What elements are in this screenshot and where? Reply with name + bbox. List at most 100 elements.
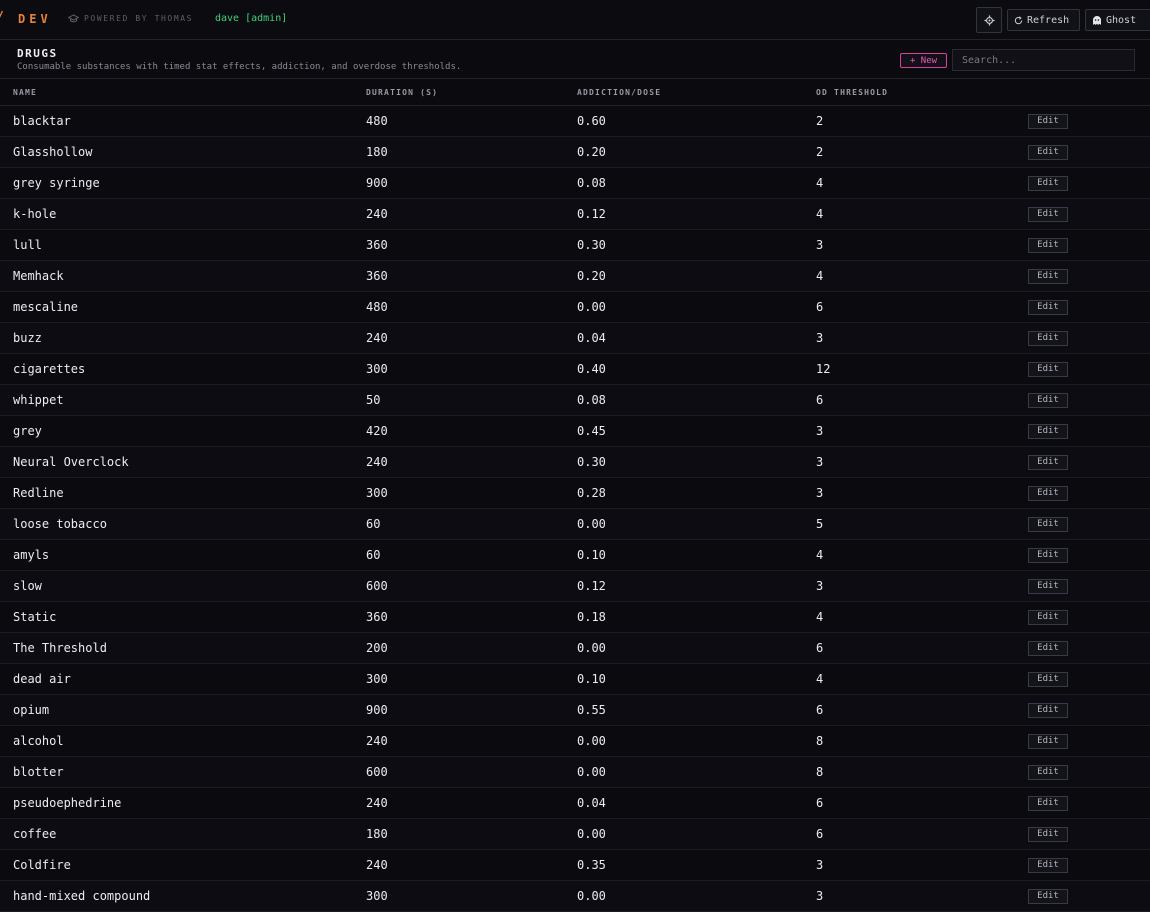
od-threshold-cell: 8 [816,725,1028,757]
table-row[interactable]: lull 360 0.30 3 Edit [0,229,1150,261]
duration-cell: 240 [366,725,577,757]
addiction-cell: 0.00 [577,756,816,788]
table-row[interactable]: loose tobacco 60 0.00 5 Edit [0,508,1150,540]
duration-cell: 900 [366,694,577,726]
table-row[interactable]: coffee 180 0.00 6 Edit [0,818,1150,850]
table-row[interactable]: dead air 300 0.10 4 Edit [0,663,1150,695]
edit-button[interactable]: Edit [1028,764,1068,780]
table-row[interactable]: amyls 60 0.10 4 Edit [0,539,1150,571]
table-row[interactable]: Memhack 360 0.20 4 Edit [0,260,1150,292]
actions-cell: Edit [1028,198,1150,230]
edit-button[interactable]: Edit [1028,578,1068,594]
table-row[interactable]: k-hole 240 0.12 4 Edit [0,198,1150,230]
addiction-cell: 0.00 [577,508,816,540]
table-row[interactable]: buzz 240 0.04 3 Edit [0,322,1150,354]
gear-icon [983,14,995,26]
ghost-button[interactable]: Ghost [1085,9,1150,31]
search-input[interactable] [952,49,1135,71]
column-header-duration[interactable]: DURATION (S) [366,80,577,106]
edit-button[interactable]: Edit [1028,113,1068,129]
edit-button[interactable]: Edit [1028,392,1068,408]
addiction-cell: 0.12 [577,198,816,230]
table-row[interactable]: The Threshold 200 0.00 6 Edit [0,632,1150,664]
table-row[interactable]: alcohol 240 0.00 8 Edit [0,725,1150,757]
edit-button[interactable]: Edit [1028,640,1068,656]
edit-button[interactable]: Edit [1028,795,1068,811]
drug-name-cell: The Threshold [0,632,366,664]
duration-cell: 300 [366,880,577,912]
refresh-icon [1014,15,1023,24]
panel-header: DRUGS Consumable substances with timed s… [0,41,1150,79]
duration-cell: 240 [366,787,577,819]
edit-button[interactable]: Edit [1028,485,1068,501]
edit-button[interactable]: Edit [1028,547,1068,563]
duration-cell: 240 [366,849,577,881]
drug-name-cell: cigarettes [0,353,366,385]
refresh-button[interactable]: Refresh [1007,9,1080,31]
od-threshold-cell: 6 [816,291,1028,323]
od-threshold-cell: 4 [816,260,1028,292]
drug-name-cell: pseudoephedrine [0,787,366,819]
edit-button[interactable]: Edit [1028,423,1068,439]
edit-button[interactable]: Edit [1028,330,1068,346]
edit-button[interactable]: Edit [1028,144,1068,160]
edit-button[interactable]: Edit [1028,206,1068,222]
settings-button[interactable] [976,7,1002,33]
duration-cell: 60 [366,539,577,571]
edit-button[interactable]: Edit [1028,888,1068,904]
column-header-addiction[interactable]: ADDICTION/DOSE [577,80,816,106]
table-row[interactable]: Glasshollow 180 0.20 2 Edit [0,136,1150,168]
column-header-name[interactable]: NAME [0,80,366,106]
od-threshold-cell: 4 [816,539,1028,571]
actions-cell: Edit [1028,446,1150,478]
table-row[interactable]: Neural Overclock 240 0.30 3 Edit [0,446,1150,478]
column-header-od-threshold[interactable]: OD THRESHOLD [816,80,1028,106]
actions-cell: Edit [1028,384,1150,416]
od-threshold-cell: 6 [816,384,1028,416]
actions-cell: Edit [1028,818,1150,850]
edit-button[interactable]: Edit [1028,733,1068,749]
duration-cell: 240 [366,446,577,478]
addiction-cell: 0.60 [577,105,816,137]
table-row[interactable]: Redline 300 0.28 3 Edit [0,477,1150,509]
table-row[interactable]: slow 600 0.12 3 Edit [0,570,1150,602]
table-row[interactable]: mescaline 480 0.00 6 Edit [0,291,1150,323]
drug-name-cell: loose tobacco [0,508,366,540]
edit-button[interactable]: Edit [1028,268,1068,284]
edit-button[interactable]: Edit [1028,671,1068,687]
duration-cell: 180 [366,818,577,850]
addiction-cell: 0.10 [577,539,816,571]
od-threshold-cell: 3 [816,880,1028,912]
addiction-cell: 0.00 [577,725,816,757]
edit-button[interactable]: Edit [1028,237,1068,253]
table-row[interactable]: grey syringe 900 0.08 4 Edit [0,167,1150,199]
drug-name-cell: k-hole [0,198,366,230]
od-threshold-cell: 4 [816,198,1028,230]
duration-cell: 300 [366,663,577,695]
table-row[interactable]: Static 360 0.18 4 Edit [0,601,1150,633]
edit-button[interactable]: Edit [1028,609,1068,625]
table-row[interactable]: grey 420 0.45 3 Edit [0,415,1150,447]
edit-button[interactable]: Edit [1028,175,1068,191]
edit-button[interactable]: Edit [1028,857,1068,873]
actions-cell: Edit [1028,570,1150,602]
table-row[interactable]: Coldfire 240 0.35 3 Edit [0,849,1150,881]
new-drug-button[interactable]: + New [900,53,947,68]
edit-button[interactable]: Edit [1028,826,1068,842]
table-row[interactable]: cigarettes 300 0.40 12 Edit [0,353,1150,385]
table-row[interactable]: hand-mixed compound 300 0.00 3 Edit [0,880,1150,912]
table-row[interactable]: blacktar 480 0.60 2 Edit [0,105,1150,137]
table-row[interactable]: pseudoephedrine 240 0.04 6 Edit [0,787,1150,819]
od-threshold-cell: 6 [816,818,1028,850]
column-header-actions [1028,80,1150,106]
brand-name[interactable]: DEV [18,12,52,26]
edit-button[interactable]: Edit [1028,454,1068,470]
table-row[interactable]: opium 900 0.55 6 Edit [0,694,1150,726]
edit-button[interactable]: Edit [1028,516,1068,532]
table-row[interactable]: whippet 50 0.08 6 Edit [0,384,1150,416]
table-row[interactable]: blotter 600 0.00 8 Edit [0,756,1150,788]
duration-cell: 480 [366,291,577,323]
edit-button[interactable]: Edit [1028,702,1068,718]
edit-button[interactable]: Edit [1028,299,1068,315]
edit-button[interactable]: Edit [1028,361,1068,377]
